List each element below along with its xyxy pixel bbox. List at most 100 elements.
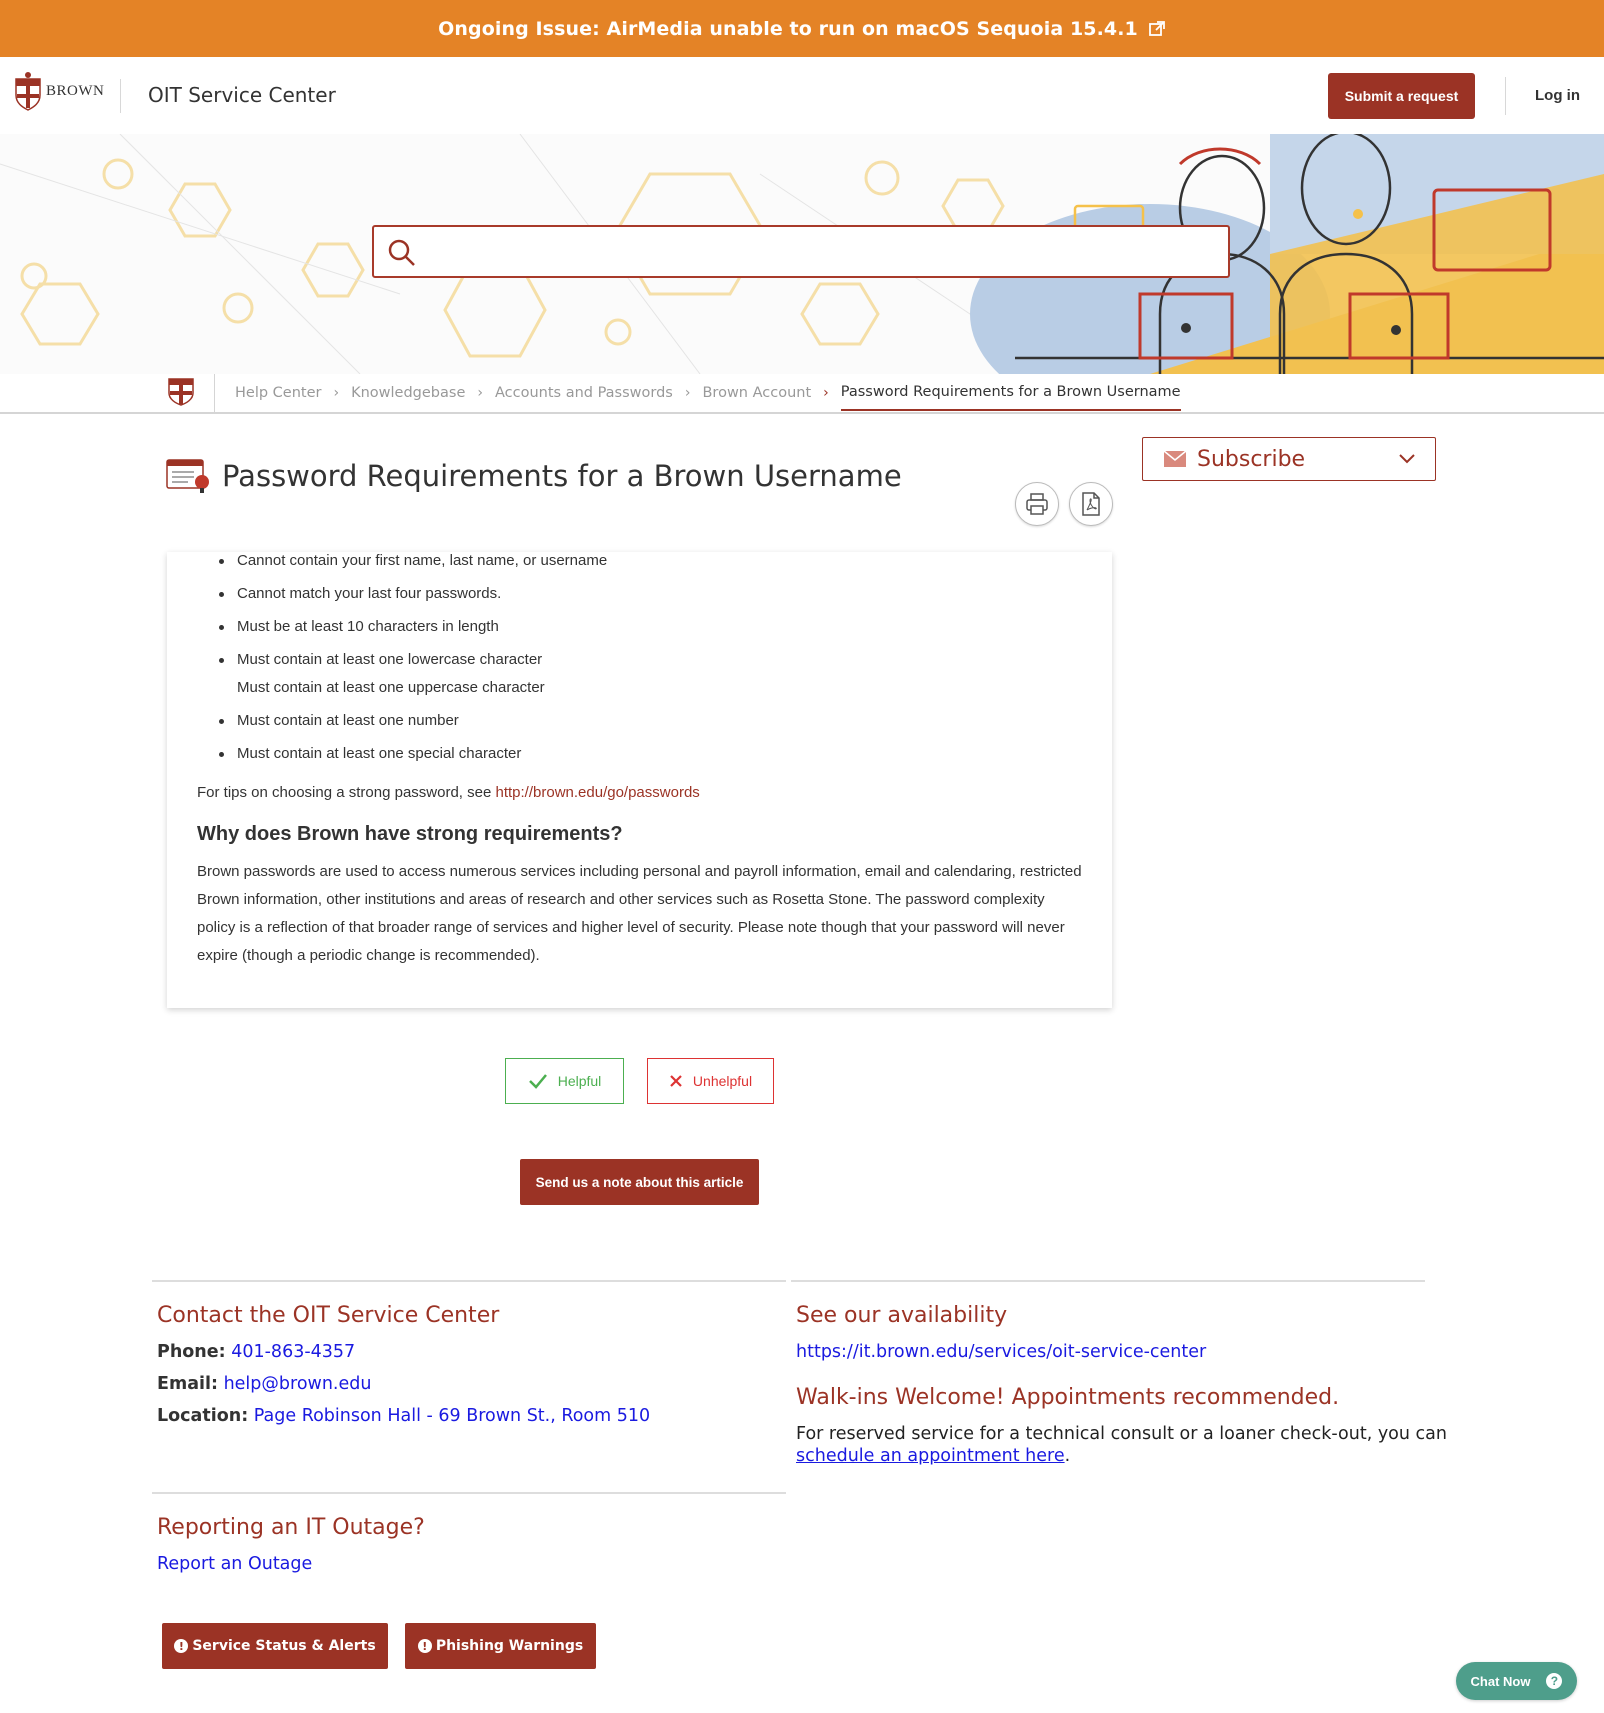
breadcrumb-divider [214, 374, 215, 412]
report-outage-link[interactable]: Report an Outage [157, 1554, 312, 1574]
list-item: Must contain at least one special charac… [219, 745, 522, 762]
why-paragraph: Brown passwords are used to access numer… [197, 863, 1082, 964]
external-link-icon [1148, 20, 1165, 36]
bullet [219, 658, 224, 663]
bullet [219, 719, 224, 724]
walkins-text: For reserved service for a technical con… [796, 1424, 1447, 1444]
contact-heading: Contact the OIT Service Center [157, 1303, 500, 1328]
brown-shield-icon [15, 72, 41, 111]
list-item: Cannot contain your first name, last nam… [219, 552, 608, 569]
list-item: Cannot match your last four passwords. [219, 585, 501, 602]
email-label: Email: [157, 1374, 218, 1394]
login-link[interactable]: Log in [1535, 87, 1580, 104]
breadcrumb-accounts-passwords[interactable]: Accounts and Passwords [495, 385, 673, 401]
site-header: BROWN OIT Service Center Submit a reques… [0, 57, 1604, 134]
requirement-text: Must contain at least one lowercase char… [237, 651, 543, 668]
location-label: Location: [157, 1406, 249, 1426]
brown-logo[interactable]: BROWN [14, 71, 104, 111]
article-body: Cannot contain your first name, last nam… [167, 552, 1112, 1008]
breadcrumb-help-center[interactable]: Help Center [235, 385, 321, 401]
pdf-icon [1082, 492, 1100, 516]
list-item: Must be at least 10 characters in length [219, 618, 499, 635]
phone-label: Phone: [157, 1342, 226, 1362]
breadcrumb-knowledgebase[interactable]: Knowledgebase [351, 385, 465, 401]
requirement-text: Must contain at least one uppercase char… [237, 679, 545, 696]
send-note-button[interactable]: Send us a note about this article [520, 1159, 759, 1205]
phone-row: Phone: 401-863-4357 [157, 1342, 355, 1362]
chevron-right-icon: › [333, 385, 340, 401]
phishing-label: Phishing Warnings [435, 1638, 584, 1654]
divider [152, 1280, 786, 1282]
list-item: Must contain at least one lowercase char… [219, 651, 543, 668]
bullet [219, 559, 224, 564]
page-title: Password Requirements for a Brown Userna… [222, 459, 902, 494]
alert-text[interactable]: Ongoing Issue: AirMedia unable to run on… [438, 18, 1138, 40]
question-icon: ? [1546, 1673, 1563, 1689]
chat-label: Chat Now [1470, 1673, 1531, 1689]
requirement-text: Must be at least 10 characters in length [237, 618, 499, 635]
logo-text: BROWN [46, 82, 105, 99]
location-row: Location: Page Robinson Hall - 69 Brown … [157, 1406, 650, 1426]
alert-banner[interactable]: Ongoing Issue: AirMedia unable to run on… [0, 0, 1604, 57]
chevron-right-icon: › [823, 385, 829, 401]
service-status-button[interactable]: ! Service Status & Alerts [162, 1623, 388, 1669]
requirement-text: Must contain at least one number [237, 712, 459, 729]
bullet [219, 752, 224, 757]
header-divider [120, 79, 121, 113]
divider [152, 1492, 786, 1494]
list-item-continued: Must contain at least one uppercase char… [237, 679, 545, 696]
service-status-label: Service Status & Alerts [192, 1638, 376, 1654]
exclamation-icon: ! [174, 1639, 189, 1653]
chat-now-button[interactable]: Chat Now ? [1456, 1662, 1577, 1700]
availability-heading: See our availability [796, 1303, 1008, 1328]
tips-text: For tips on choosing a strong password, … [197, 784, 496, 801]
location-link[interactable]: Page Robinson Hall - 69 Brown St., Room … [254, 1406, 650, 1426]
chevron-right-icon: › [684, 385, 691, 401]
requirement-text: Cannot contain your first name, last nam… [237, 552, 608, 569]
outage-row: Report an Outage [157, 1554, 312, 1574]
printer-icon [1026, 493, 1048, 515]
walkins-heading: Walk-ins Welcome! Appointments recommend… [796, 1385, 1340, 1410]
list-item: Must contain at least one number [219, 712, 459, 729]
appointment-link[interactable]: schedule an appointment here [796, 1446, 1065, 1466]
passwords-link[interactable]: http://brown.edu/go/passwords [496, 784, 700, 801]
pdf-button[interactable] [1069, 482, 1113, 526]
search-input[interactable] [434, 235, 1218, 271]
helpful-button[interactable]: Helpful [505, 1058, 624, 1104]
breadcrumb-brown-account[interactable]: Brown Account [702, 385, 811, 401]
breadcrumb: Help Center › Knowledgebase › Accounts a… [0, 374, 1604, 414]
appointment-row: schedule an appointment here. [796, 1446, 1071, 1466]
breadcrumb-trail: Help Center › Knowledgebase › Accounts a… [235, 374, 1181, 412]
helpful-label: Helpful [557, 1073, 602, 1089]
bullet [219, 592, 224, 597]
search-bar[interactable] [372, 225, 1230, 278]
bullet [219, 625, 224, 630]
email-row: Email: help@brown.edu [157, 1374, 371, 1394]
header-divider-right [1505, 77, 1506, 115]
requirement-text: Must contain at least one special charac… [237, 745, 522, 762]
unhelpful-label: Unhelpful [692, 1073, 753, 1089]
outage-heading: Reporting an IT Outage? [157, 1515, 425, 1540]
email-link[interactable]: help@brown.edu [224, 1374, 372, 1394]
chevron-down-icon [1399, 454, 1415, 464]
checkmark-icon [528, 1074, 547, 1089]
divider [791, 1280, 1425, 1282]
envelope-icon [1163, 450, 1187, 467]
unhelpful-button[interactable]: Unhelpful [647, 1058, 774, 1104]
search-icon [388, 239, 415, 266]
subscribe-label: Subscribe [1197, 446, 1306, 472]
exclamation-icon: ! [417, 1639, 432, 1653]
tips-paragraph: For tips on choosing a strong password, … [197, 784, 700, 801]
subscribe-dropdown[interactable]: Subscribe [1142, 437, 1436, 481]
print-button[interactable] [1015, 482, 1059, 526]
availability-row: https://it.brown.edu/services/oit-servic… [796, 1342, 1206, 1362]
chevron-right-icon: › [477, 385, 483, 401]
phone-link[interactable]: 401-863-4357 [231, 1342, 355, 1362]
submit-request-button[interactable]: Submit a request [1328, 73, 1475, 119]
article-icon [166, 459, 209, 494]
availability-link[interactable]: https://it.brown.edu/services/oit-servic… [796, 1342, 1206, 1362]
phishing-warnings-button[interactable]: ! Phishing Warnings [405, 1623, 596, 1669]
breadcrumb-current: Password Requirements for a Brown Userna… [840, 384, 1181, 411]
site-title[interactable]: OIT Service Center [148, 83, 336, 107]
home-shield-icon[interactable] [168, 378, 194, 406]
